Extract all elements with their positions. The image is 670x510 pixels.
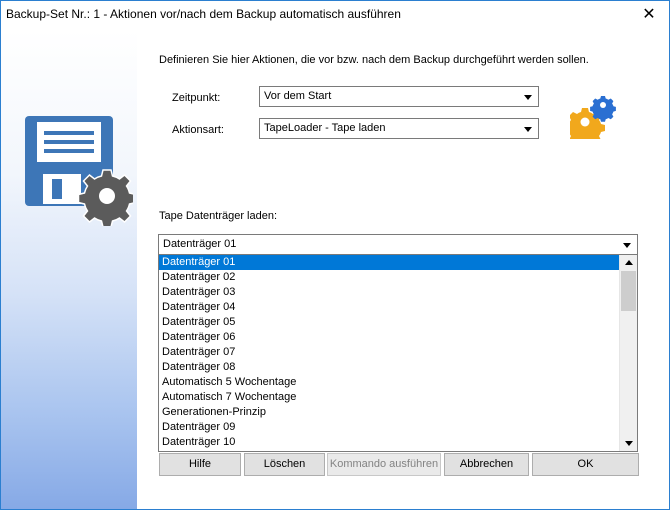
- dialog-window: Backup-Set Nr.: 1 - Aktionen vor/nach de…: [0, 0, 670, 510]
- aktionsart-label: Aktionsart:: [172, 124, 224, 136]
- delete-button[interactable]: Löschen: [244, 453, 325, 476]
- tape-label: Tape Datenträger laden:: [159, 210, 278, 222]
- scroll-up-icon[interactable]: [620, 255, 637, 270]
- zeitpunkt-label: Zeitpunkt:: [172, 92, 221, 104]
- scroll-down-icon[interactable]: [620, 436, 637, 451]
- sidebar-panel: [1, 30, 137, 509]
- list-item[interactable]: Datenträger 07: [159, 345, 620, 360]
- list-item[interactable]: Datenträger 02: [159, 270, 620, 285]
- list-item[interactable]: Generationen-Prinzip: [159, 405, 620, 420]
- tape-value: Datenträger 01: [163, 238, 237, 250]
- list-item[interactable]: Datenträger 09: [159, 420, 620, 435]
- tape-dropdown[interactable]: Datenträger 01: [158, 234, 638, 255]
- help-button[interactable]: Hilfe: [159, 453, 241, 476]
- chevron-down-icon: [524, 95, 532, 100]
- title-bar: Backup-Set Nr.: 1 - Aktionen vor/nach de…: [1, 1, 669, 30]
- chevron-down-icon: [524, 127, 532, 132]
- list-item[interactable]: Automatisch 5 Wochentage: [159, 375, 620, 390]
- tape-dropdown-list: Datenträger 01 Datenträger 02 Datenträger …: [158, 255, 638, 452]
- zeitpunkt-value: Vor dem Start: [264, 90, 332, 102]
- list-item[interactable]: Datenträger 10: [159, 435, 620, 450]
- cancel-button[interactable]: Abbrechen: [444, 453, 529, 476]
- list-item[interactable]: Datenträger 05: [159, 315, 620, 330]
- zeitpunkt-dropdown[interactable]: Vor dem Start: [259, 86, 539, 107]
- window-title: Backup-Set Nr.: 1 - Aktionen vor/nach de…: [6, 7, 401, 21]
- tape-list-items: Datenträger 01 Datenträger 02 Datenträger …: [159, 255, 620, 450]
- list-item[interactable]: Datenträger 04: [159, 300, 620, 315]
- aktionsart-value: TapeLoader - Tape laden: [264, 122, 386, 134]
- list-item[interactable]: Datenträger 01: [159, 255, 620, 270]
- list-item[interactable]: Datenträger 06: [159, 330, 620, 345]
- list-item[interactable]: Datenträger 08: [159, 360, 620, 375]
- list-item[interactable]: Automatisch 7 Wochentage: [159, 390, 620, 405]
- close-button[interactable]: ✕: [639, 5, 659, 25]
- scroll-thumb[interactable]: [621, 271, 636, 311]
- gears-icon: [570, 96, 616, 139]
- ok-button[interactable]: OK: [532, 453, 639, 476]
- list-scrollbar[interactable]: [619, 255, 637, 451]
- chevron-down-icon: [623, 243, 631, 248]
- floppy-disk-gear-icon: [25, 116, 133, 226]
- list-item[interactable]: Datenträger 03: [159, 285, 620, 300]
- run-command-button[interactable]: Kommando ausführen: [327, 453, 441, 476]
- aktionsart-dropdown[interactable]: TapeLoader - Tape laden: [259, 118, 539, 139]
- intro-text: Definieren Sie hier Aktionen, die vor bz…: [159, 54, 589, 66]
